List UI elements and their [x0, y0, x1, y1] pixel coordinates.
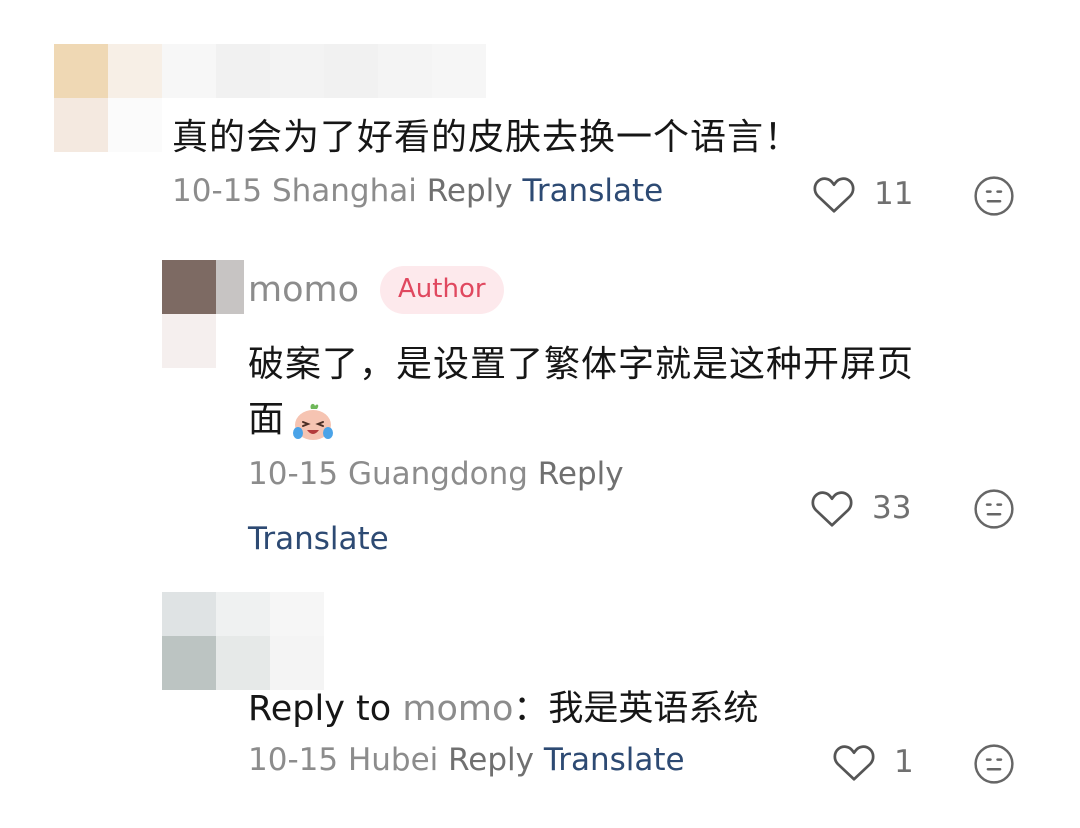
- translate-button[interactable]: Translate: [544, 742, 685, 778]
- username[interactable]: momo: [248, 270, 359, 310]
- like-count: 33: [872, 490, 912, 526]
- comment-text-line-2-label: 面: [248, 399, 286, 440]
- blurred-avatar-name: [162, 592, 324, 690]
- translate-button[interactable]: Translate: [248, 521, 389, 557]
- comment-date: 10-15: [248, 742, 339, 778]
- like-button[interactable]: 33: [810, 488, 911, 528]
- comment-location: Hubei: [347, 742, 439, 778]
- reply-button[interactable]: Reply: [538, 456, 624, 492]
- comment-text: ：我是英语系统: [513, 689, 759, 729]
- comment-location: Guangdong: [347, 456, 528, 492]
- comment-location: Shanghai: [271, 173, 417, 209]
- author-badge: Author: [380, 266, 504, 314]
- reply-to-username[interactable]: momo: [402, 689, 513, 729]
- like-count: 1: [894, 744, 914, 780]
- comment-text: 真的会为了好看的皮肤去换一个语言！: [172, 117, 802, 158]
- reply-to-line: Reply to momo：我是英语系统: [248, 680, 758, 731]
- like-button[interactable]: 1: [832, 742, 914, 782]
- reply-button[interactable]: Reply: [448, 742, 534, 778]
- heart-icon: [811, 491, 853, 527]
- heart-icon: [833, 745, 875, 781]
- comment-meta: 10-15 Hubei Reply Translate: [248, 742, 685, 778]
- laughing-crying-emoji-icon: [293, 403, 334, 440]
- comment-meta: 10-15 Guangdong Reply: [248, 456, 624, 492]
- like-count: 11: [874, 176, 914, 212]
- translate-button[interactable]: Translate: [522, 173, 663, 209]
- comment-date: 10-15: [172, 173, 263, 209]
- more-options-icon[interactable]: [973, 175, 1015, 217]
- avatar[interactable]: [162, 260, 244, 392]
- heart-icon: [813, 177, 855, 213]
- comment-text-line-1: 破案了，是设置了繁体字就是这种开屏页: [248, 344, 915, 385]
- more-options-icon[interactable]: [973, 488, 1015, 530]
- comment-meta: 10-15 Shanghai Reply Translate: [172, 173, 663, 209]
- more-options-icon[interactable]: [973, 743, 1015, 785]
- comment-text-line-2: 面: [248, 390, 337, 445]
- comment-date: 10-15: [248, 456, 339, 492]
- reply-to-label: Reply to: [248, 689, 392, 729]
- like-button[interactable]: 11: [812, 174, 913, 214]
- reply-button[interactable]: Reply: [427, 173, 513, 209]
